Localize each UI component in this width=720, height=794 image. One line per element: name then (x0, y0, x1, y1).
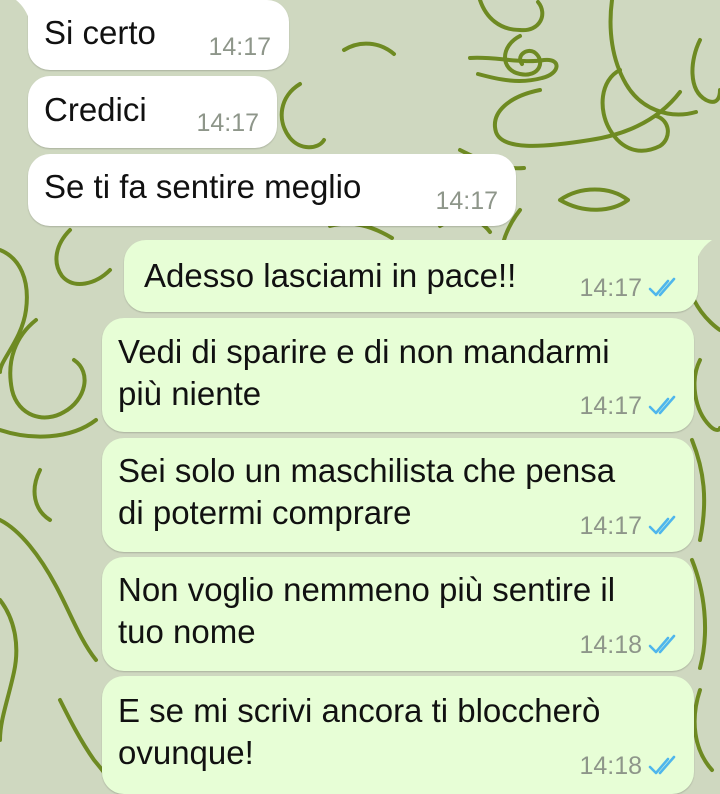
message-meta: 14:17 (579, 512, 680, 540)
message-meta: 14:17 (579, 274, 680, 302)
message-timestamp: 14:17 (196, 109, 259, 137)
chat-area[interactable]: Si certo 14:17 Credici 14:17 Se ti fa se… (0, 0, 720, 794)
double-check-read-icon (648, 395, 676, 415)
message-timestamp: 14:17 (435, 187, 498, 215)
incoming-message[interactable]: Se ti fa sentire meglio 14:17 (28, 154, 516, 226)
message-text: Credici (44, 91, 147, 128)
message-text: Adesso lasciami in pace!! (144, 257, 517, 294)
message-text: E se mi scrivi ancora ti bloccherò ovunq… (118, 692, 601, 771)
double-check-read-icon (648, 634, 676, 654)
outgoing-message[interactable]: Sei solo un maschilista che pensa di pot… (102, 438, 694, 552)
incoming-message[interactable]: Si certo 14:17 (16, 0, 289, 70)
message-timestamp: 14:18 (579, 752, 642, 780)
bubble-tail-icon (686, 240, 712, 262)
outgoing-message[interactable]: E se mi scrivi ancora ti bloccherò ovunq… (102, 676, 694, 794)
outgoing-message[interactable]: Vedi di sparire e di non mandarmi più ni… (102, 318, 694, 432)
double-check-read-icon (648, 277, 676, 297)
message-text: Vedi di sparire e di non mandarmi più ni… (118, 333, 610, 412)
message-meta: 14:18 (579, 752, 680, 780)
message-meta: 14:17 (435, 187, 498, 215)
double-check-read-icon (648, 515, 676, 535)
message-timestamp: 14:17 (579, 512, 642, 540)
message-text: Si certo (44, 14, 156, 51)
outgoing-message[interactable]: Adesso lasciami in pace!! 14:17 (124, 240, 712, 312)
message-meta: 14:17 (196, 109, 259, 137)
message-timestamp: 14:17 (579, 392, 642, 420)
message-meta: 14:18 (579, 631, 680, 659)
incoming-message[interactable]: Credici 14:17 (28, 76, 277, 148)
message-text: Sei solo un maschilista che pensa di pot… (118, 452, 616, 531)
outgoing-message[interactable]: Non voglio nemmeno più sentire il tuo no… (102, 557, 694, 671)
message-text: Se ti fa sentire meglio (44, 168, 362, 205)
bubble-tail-icon (16, 0, 40, 22)
message-text: Non voglio nemmeno più sentire il tuo no… (118, 571, 616, 650)
message-timestamp: 14:17 (208, 33, 271, 61)
double-check-read-icon (648, 755, 676, 775)
message-meta: 14:17 (579, 392, 680, 420)
message-timestamp: 14:18 (579, 631, 642, 659)
message-meta: 14:17 (208, 33, 271, 61)
message-timestamp: 14:17 (579, 274, 642, 302)
